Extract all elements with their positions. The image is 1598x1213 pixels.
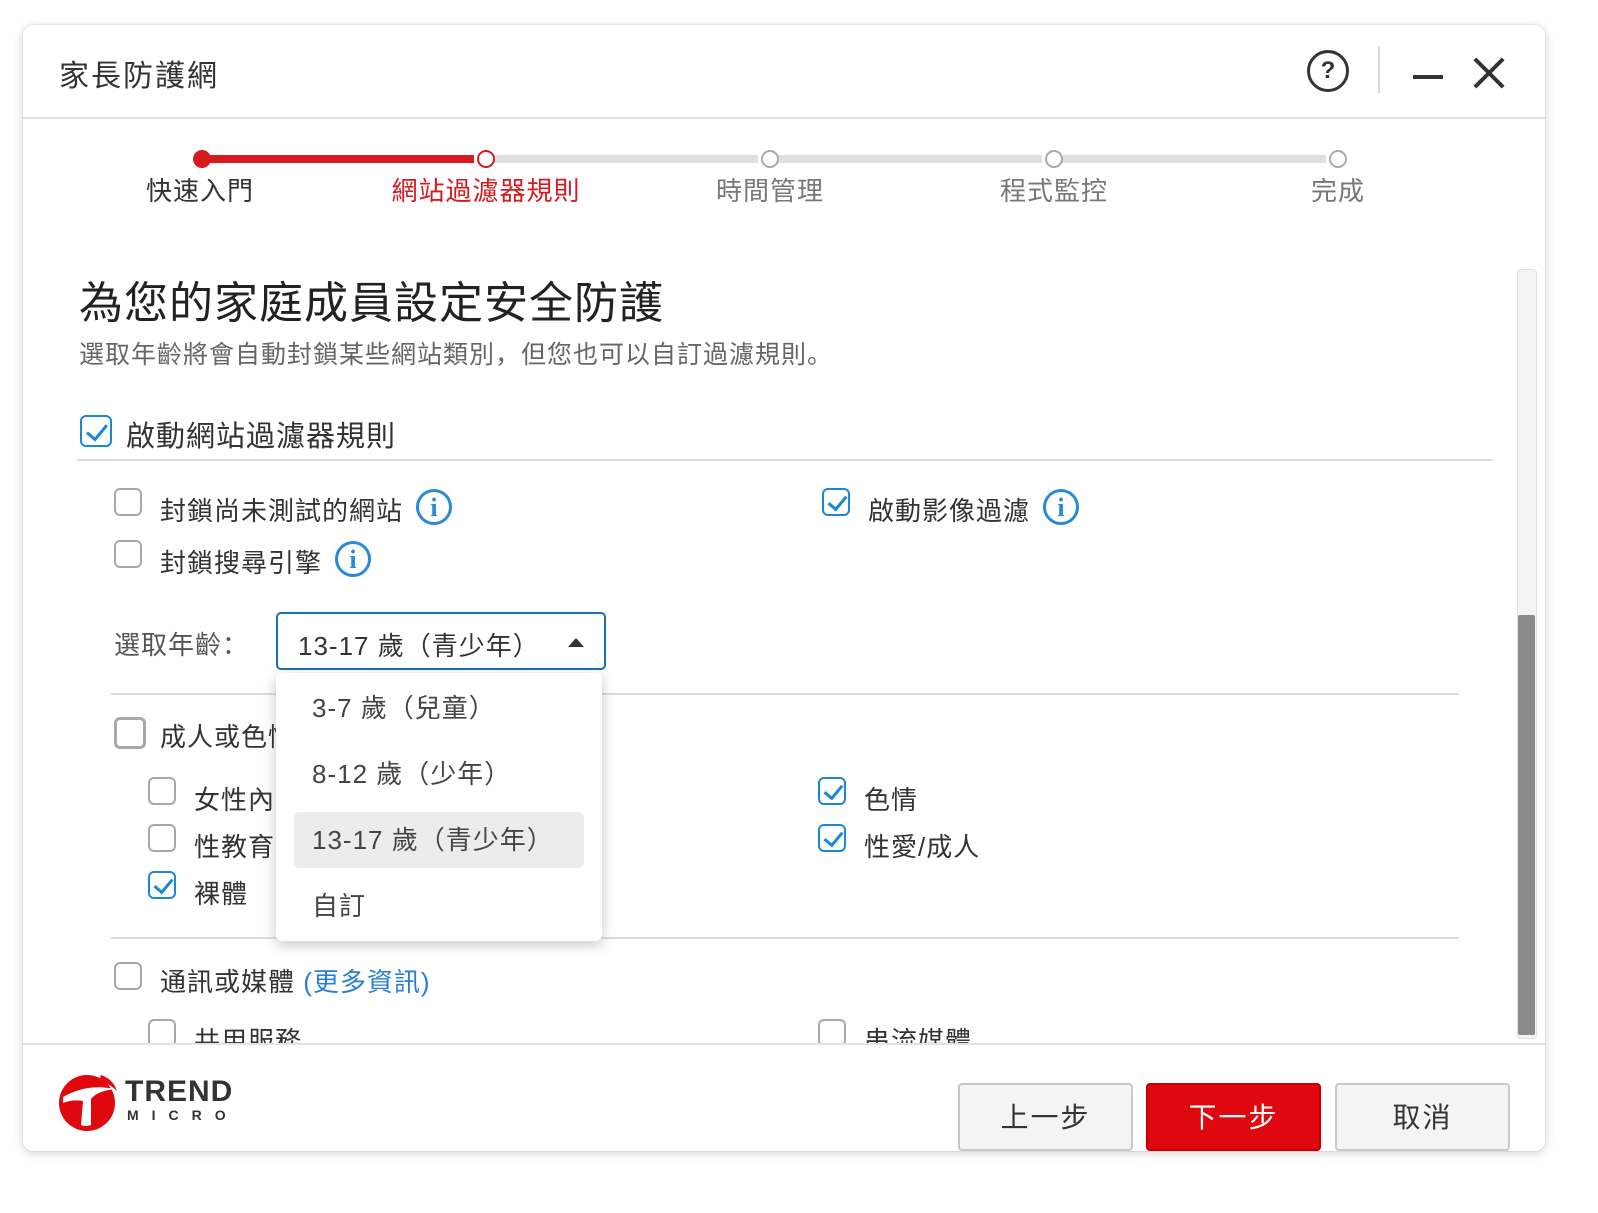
step-connector-4: [1062, 155, 1326, 163]
step-dot-3: [761, 150, 779, 168]
parental-controls-window: 家長防護網 ? 快速入門 網站過濾器規則 時間管理 程式監控 完成 為您的家庭成…: [23, 25, 1545, 1151]
brand-name-sub: MICRO: [127, 1107, 239, 1123]
step-dot-5: [1329, 150, 1347, 168]
lingerie-checkbox[interactable]: [148, 777, 176, 805]
block-search-engines-checkbox[interactable]: [114, 540, 142, 568]
sex-adult-checkbox[interactable]: [818, 824, 846, 852]
pornography-checkbox[interactable]: [818, 777, 846, 805]
sex-education-checkbox[interactable]: [148, 824, 176, 852]
age-option-8-12[interactable]: 8-12 歲（少年）: [294, 746, 584, 802]
media-category-text: 通訊或媒體: [160, 967, 296, 997]
step-connector-2: [494, 155, 758, 163]
step-label-program-control: 程式監控: [999, 176, 1108, 206]
footer-bar: TREND MICRO 上一步 下一步 取消: [23, 1043, 1545, 1151]
page-title: 為您的家庭成員設定安全防護: [79, 279, 664, 328]
age-select-value: 13-17 歲（青少年）: [298, 631, 540, 661]
image-filter-label: 啟動影像過濾: [868, 496, 1031, 526]
nudity-checkbox[interactable]: [148, 871, 176, 899]
step-label-finish: 完成: [1310, 176, 1365, 206]
step-dot-2: [477, 150, 495, 168]
adult-category-label: 成人或色情: [160, 722, 296, 752]
age-option-13-17[interactable]: 13-17 歲（青少年）: [294, 812, 584, 868]
cancel-button[interactable]: 取消: [1335, 1083, 1510, 1151]
block-untested-sites-label: 封鎖尚未測試的網站: [160, 496, 404, 526]
step-connector-1: [209, 155, 474, 163]
age-dropdown-list: 3-7 歲（兒童） 8-12 歲（少年） 13-17 歲（青少年） 自訂: [276, 673, 602, 941]
step-dot-1: [193, 150, 211, 168]
block-search-engines-label: 封鎖搜尋引擎: [160, 548, 323, 578]
info-icon[interactable]: i: [1043, 489, 1079, 525]
scrollbar-thumb[interactable]: [1518, 615, 1535, 1035]
media-category-label: 通訊或媒體 (更多資訊): [160, 962, 431, 999]
brand-name: TREND: [125, 1075, 234, 1108]
sex-adult-label: 性愛/成人: [864, 832, 981, 862]
age-select-label: 選取年齡：: [114, 630, 250, 660]
step-label-quick-start: 快速入門: [145, 176, 254, 206]
step-dot-4: [1045, 150, 1063, 168]
info-icon[interactable]: i: [416, 489, 452, 525]
enable-filter-checkbox[interactable]: [80, 415, 112, 447]
shared-services-checkbox[interactable]: [148, 1019, 176, 1043]
pornography-label: 色情: [864, 785, 919, 815]
back-button[interactable]: 上一步: [958, 1083, 1133, 1151]
streaming-media-label: 串流媒體: [864, 1026, 973, 1043]
step-label-web-filter: 網站過濾器規則: [391, 176, 581, 206]
nudity-label: 裸體: [194, 879, 249, 909]
more-info-link[interactable]: (更多資訊): [303, 967, 430, 997]
shared-services-label: 共用服務: [194, 1026, 303, 1043]
age-option-custom[interactable]: 自訂: [294, 878, 584, 934]
section-divider: [77, 459, 1493, 461]
step-label-time-management: 時間管理: [715, 176, 824, 206]
content-area: 快速入門 網站過濾器規則 時間管理 程式監控 完成 為您的家庭成員設定安全防護 …: [23, 25, 1545, 1043]
step-connector-3: [778, 155, 1042, 163]
page-subtitle: 選取年齡將會自動封鎖某些網站類別，但您也可以自訂過濾規則。: [79, 341, 834, 369]
adult-category-checkbox[interactable]: [114, 717, 146, 749]
media-category-checkbox[interactable]: [114, 962, 142, 990]
enable-filter-label: 啟動網站過濾器規則: [126, 421, 397, 453]
sex-education-label: 性教育: [194, 832, 276, 862]
next-button[interactable]: 下一步: [1146, 1083, 1321, 1151]
age-select[interactable]: 13-17 歲（青少年）: [276, 612, 606, 670]
image-filter-checkbox[interactable]: [822, 488, 850, 516]
streaming-media-checkbox[interactable]: [818, 1019, 846, 1043]
trend-micro-logo-icon: [59, 1075, 117, 1131]
age-option-3-7[interactable]: 3-7 歲（兒童）: [294, 680, 584, 736]
trend-micro-logo: TREND MICRO: [57, 1069, 237, 1133]
caret-up-icon: [568, 638, 584, 647]
block-untested-sites-checkbox[interactable]: [114, 488, 142, 516]
info-icon[interactable]: i: [335, 541, 371, 577]
